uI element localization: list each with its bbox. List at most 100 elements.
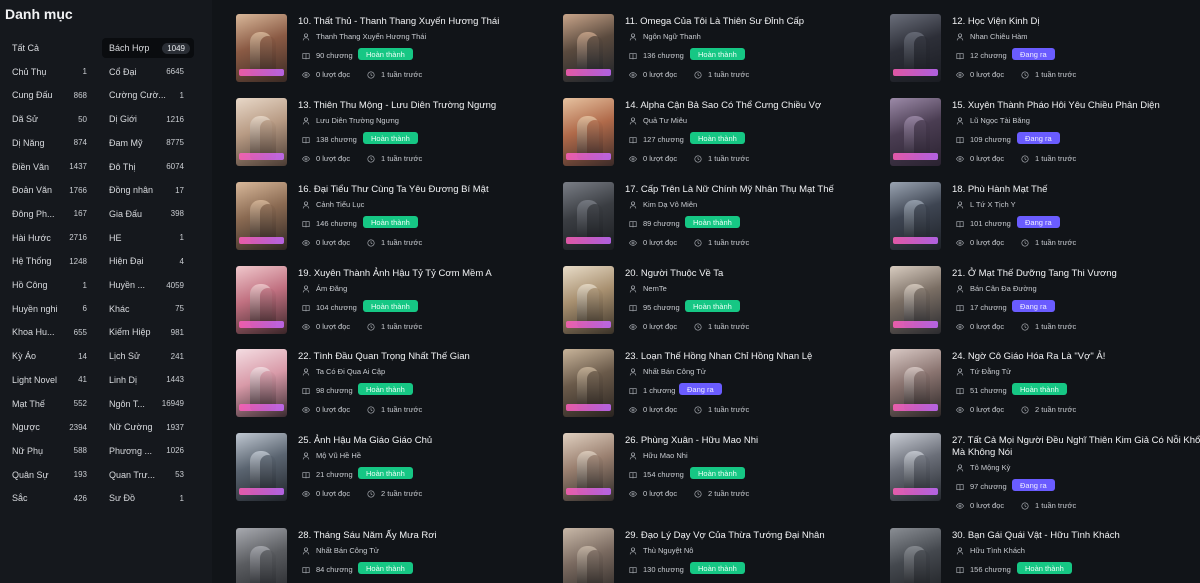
book-cover-image[interactable]: [236, 182, 287, 250]
book-card[interactable]: 17. Cấp Trên Là Nữ Chính Mỹ Nhân Thụ Mạt…: [563, 182, 883, 262]
category-item[interactable]: Huyền nghi 6: [8, 299, 91, 319]
book-title[interactable]: 15. Xuyên Thành Pháo Hôi Yêu Chiều Phản …: [952, 100, 1200, 112]
category-item[interactable]: Kiếm Hiệp 981: [105, 322, 188, 342]
book-cover-image[interactable]: [236, 98, 287, 166]
book-card[interactable]: 22. Tình Đầu Quan Trọng Nhất Thế Gian Ta …: [236, 349, 556, 429]
book-title[interactable]: 21. Ở Mạt Thế Dưỡng Tang Thi Vương: [952, 268, 1200, 280]
book-cover-image[interactable]: [563, 266, 614, 334]
book-title[interactable]: 24. Ngờ Cô Giáo Hóa Ra Là "Vợ" Ả!: [952, 351, 1200, 363]
category-item[interactable]: Nữ Cường 1937: [105, 417, 188, 437]
book-card[interactable]: 23. Loạn Thế Hồng Nhan Chỉ Hồng Nhan Lệ N…: [563, 349, 883, 429]
book-cover-image[interactable]: [890, 182, 941, 250]
category-item[interactable]: Cường Cườ... 1: [105, 85, 188, 105]
book-title[interactable]: 13. Thiên Thu Mộng - Lưu Diên Trường Ngư…: [298, 100, 560, 112]
book-card[interactable]: 30. Bạn Gái Quái Vật - Hữu Tình Khách Hữu…: [890, 528, 1200, 583]
book-title[interactable]: 20. Người Thuộc Về Ta: [625, 268, 887, 280]
category-item[interactable]: Hài Hước 2716: [8, 228, 91, 248]
book-title[interactable]: 29. Đạo Lý Dạy Vợ Của Thừa Tướng Đại Nhâ…: [625, 530, 887, 542]
book-cover-image[interactable]: [563, 98, 614, 166]
category-item[interactable]: Hệ Thống 1248: [8, 251, 91, 271]
category-item[interactable]: Quan Trư... 53: [105, 465, 188, 485]
book-card[interactable]: 21. Ở Mạt Thế Dưỡng Tang Thi Vương Bán Câ…: [890, 266, 1200, 346]
category-item[interactable]: Light Novel 41: [8, 370, 91, 390]
category-item[interactable]: Điền Văn 1437: [8, 157, 91, 177]
book-cover-image[interactable]: [563, 349, 614, 417]
book-title[interactable]: 19. Xuyên Thành Ảnh Hậu Tỷ Tỷ Cơm Mềm A: [298, 268, 560, 280]
book-cover-image[interactable]: [236, 528, 287, 583]
book-card[interactable]: 14. Alpha Cận Bả Sao Có Thể Cưng Chiều V…: [563, 98, 883, 178]
category-item[interactable]: Nữ Phụ 588: [8, 441, 91, 461]
category-item[interactable]: Dị Năng 874: [8, 133, 91, 153]
category-item[interactable]: Sắc 426: [8, 488, 91, 508]
book-title[interactable]: 11. Omega Của Tôi Là Thiên Sư Đỉnh Cấp: [625, 16, 887, 28]
book-card[interactable]: 19. Xuyên Thành Ảnh Hậu Tỷ Tỷ Cơm Mềm AÁ…: [236, 266, 556, 346]
book-title[interactable]: 30. Bạn Gái Quái Vật - Hữu Tình Khách: [952, 530, 1200, 542]
book-cover-image[interactable]: [890, 14, 941, 82]
book-cover-image[interactable]: [236, 266, 287, 334]
category-item[interactable]: Đoản Văn 1766: [8, 180, 91, 200]
category-item[interactable]: HE 1: [105, 228, 188, 248]
book-card[interactable]: 29. Đạo Lý Dạy Vợ Của Thừa Tướng Đại Nhâ…: [563, 528, 883, 583]
book-card[interactable]: 20. Người Thuộc Về Ta NemTe 95 chương Hoàn …: [563, 266, 883, 346]
book-card[interactable]: 12. Học Viện Kinh Dị Nhan Chiêu Hàm 12 chư…: [890, 14, 1200, 94]
category-item[interactable]: Dã Sử 50: [8, 109, 91, 129]
category-item[interactable]: Đô Thị 6074: [105, 157, 188, 177]
category-item[interactable]: Mạt Thế 552: [8, 394, 91, 414]
category-item[interactable]: Ngược 2394: [8, 417, 91, 437]
category-item[interactable]: Phương ... 1026: [105, 441, 188, 461]
book-cover-image[interactable]: [890, 266, 941, 334]
book-cover-image[interactable]: [890, 528, 941, 583]
book-card[interactable]: 13. Thiên Thu Mộng - Lưu Diên Trường Ngư…: [236, 98, 556, 178]
book-cover-image[interactable]: [236, 433, 287, 501]
book-title[interactable]: 16. Đại Tiểu Thư Cùng Ta Yêu Đương Bí Mậ…: [298, 184, 560, 196]
book-card[interactable]: 16. Đại Tiểu Thư Cùng Ta Yêu Đương Bí Mậ…: [236, 182, 556, 262]
book-cover-image[interactable]: [890, 98, 941, 166]
category-item[interactable]: Dị Giới 1216: [105, 109, 188, 129]
book-card[interactable]: 11. Omega Của Tôi Là Thiên Sư Đỉnh Cấp Ng…: [563, 14, 883, 94]
category-item[interactable]: Huyền ... 4059: [105, 275, 188, 295]
book-card[interactable]: 28. Tháng Sáu Năm Ấy Mưa Rơi Nhất Bán Côn…: [236, 528, 556, 583]
category-item[interactable]: Chủ Thụ 1: [8, 62, 91, 82]
book-title[interactable]: 17. Cấp Trên Là Nữ Chính Mỹ Nhân Thụ Mạt…: [625, 184, 887, 196]
category-item[interactable]: Đông Ph... 167: [8, 204, 91, 224]
category-item[interactable]: Hiện Đại 4: [105, 251, 188, 271]
category-item[interactable]: Khoa Hu... 655: [8, 322, 91, 342]
category-item[interactable]: Quân Sự 193: [8, 465, 91, 485]
category-item[interactable]: Ngôn T... 16949: [105, 394, 188, 414]
book-card[interactable]: 24. Ngờ Cô Giáo Hóa Ra Là "Vợ" Ả! Tứ Đằng…: [890, 349, 1200, 429]
book-cover-image[interactable]: [563, 433, 614, 501]
category-item[interactable]: Tất Cả: [8, 38, 91, 58]
category-item[interactable]: Đồng nhân 17: [105, 180, 188, 200]
category-item[interactable]: Lịch Sử 241: [105, 346, 188, 366]
book-title[interactable]: 25. Ảnh Hậu Ma Giáo Giáo Chủ: [298, 435, 560, 447]
book-card[interactable]: 18. Phù Hành Mạt Thế L Tứ X Tịch Y 101 chư…: [890, 182, 1200, 262]
book-title[interactable]: 26. Phùng Xuân - Hữu Mao Nhi: [625, 435, 887, 447]
category-item[interactable]: Bách Hợp 1049: [102, 38, 194, 58]
book-cover-image[interactable]: [563, 182, 614, 250]
book-title[interactable]: 12. Học Viện Kinh Dị: [952, 16, 1200, 28]
book-title[interactable]: 18. Phù Hành Mạt Thế: [952, 184, 1200, 196]
category-item[interactable]: Cổ Đại 6645: [105, 62, 188, 82]
book-card[interactable]: 10. Thất Thủ - Thanh Thang Xuyến Hương T…: [236, 14, 556, 94]
book-card[interactable]: 15. Xuyên Thành Pháo Hôi Yêu Chiều Phản …: [890, 98, 1200, 178]
book-card[interactable]: 26. Phùng Xuân - Hữu Mao Nhi Hữu Mao Nhi 1…: [563, 433, 883, 513]
book-title[interactable]: 28. Tháng Sáu Năm Ấy Mưa Rơi: [298, 530, 560, 542]
book-title[interactable]: 23. Loạn Thế Hồng Nhan Chỉ Hồng Nhan Lệ: [625, 351, 887, 363]
book-cover-image[interactable]: [890, 349, 941, 417]
category-item[interactable]: Khác 75: [105, 299, 188, 319]
book-title[interactable]: 14. Alpha Cận Bả Sao Có Thể Cưng Chiều V…: [625, 100, 887, 112]
book-cover-image[interactable]: [563, 528, 614, 583]
book-cover-image[interactable]: [236, 349, 287, 417]
category-item[interactable]: Hồ Công 1: [8, 275, 91, 295]
book-title[interactable]: 22. Tình Đầu Quan Trọng Nhất Thế Gian: [298, 351, 560, 363]
book-cover-image[interactable]: [236, 14, 287, 82]
category-item[interactable]: Gia Đấu 398: [105, 204, 188, 224]
book-title[interactable]: 10. Thất Thủ - Thanh Thang Xuyến Hương T…: [298, 16, 560, 28]
book-cover-image[interactable]: [890, 433, 941, 501]
book-cover-image[interactable]: [563, 14, 614, 82]
category-item[interactable]: Linh Dị 1443: [105, 370, 188, 390]
category-item[interactable]: Kỳ Ảo 14: [8, 346, 91, 366]
book-card[interactable]: 27. Tất Cả Mọi Người Đều Nghĩ Thiên Kim …: [890, 433, 1200, 513]
category-item[interactable]: Đam Mỹ 8775: [105, 133, 188, 153]
book-title[interactable]: 27. Tất Cả Mọi Người Đều Nghĩ Thiên Kim …: [952, 435, 1200, 459]
